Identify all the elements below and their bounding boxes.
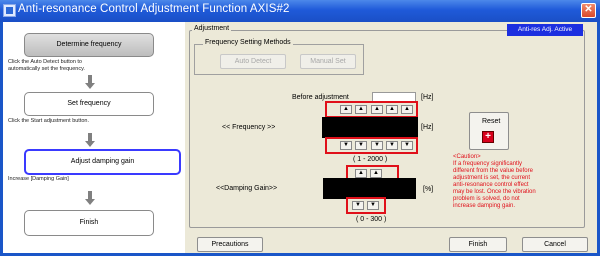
precautions-button[interactable]: Precautions — [197, 237, 263, 252]
cancel-button[interactable]: Cancel — [522, 237, 588, 252]
app-icon — [3, 4, 16, 17]
step-finish: Finish — [24, 210, 154, 236]
frequency-methods-label: Frequency Setting Methods — [203, 39, 293, 46]
arrow-down-icon — [85, 75, 95, 89]
reset-label: Reset — [482, 118, 501, 125]
title-bar[interactable]: Anti-resonance Control Adjustment Functi… — [0, 0, 600, 22]
frequency-up-button[interactable]: ▲ — [340, 105, 352, 114]
step-label: Determine frequency — [56, 41, 122, 48]
step-set-frequency: Set frequency — [24, 92, 154, 116]
caution-line: problem is solved, do not — [453, 196, 520, 202]
frequency-down-button[interactable]: ▼ — [401, 141, 413, 150]
frequency-up-button[interactable]: ▲ — [355, 105, 367, 114]
arrow-down-icon — [85, 191, 95, 205]
step-label: Set frequency — [67, 100, 111, 107]
caution-line: may be lost. Once the vibration — [453, 189, 536, 195]
hz-unit-label: [Hz] — [421, 94, 434, 101]
arrow-down-icon — [85, 133, 95, 147]
damping-up-button[interactable]: ▲ — [370, 169, 382, 178]
frequency-down-button[interactable]: ▼ — [371, 141, 383, 150]
damping-up-button[interactable]: ▲ — [355, 169, 367, 178]
frequency-down-button[interactable]: ▼ — [386, 141, 398, 150]
caution-text: <Caution> If a frequency significantly d… — [453, 154, 536, 210]
before-adjustment-label: Before adjustment — [292, 94, 349, 101]
frequency-range-label: ( 1 - 2000 ) — [353, 156, 388, 163]
damping-range-label: ( 0 - 300 ) — [356, 216, 387, 223]
caution-line: <Caution> — [453, 154, 481, 160]
damping-gain-label: <<Damping Gain>> — [216, 185, 278, 192]
step-description: Click the Start adjustment button. — [8, 118, 90, 124]
frequency-label: << Frequency >> — [222, 124, 276, 131]
adjustment-group-label: Adjustment — [192, 25, 232, 32]
auto-detect-button[interactable]: Auto Detect — [220, 54, 286, 69]
caution-line: adjustment is set, the current — [453, 175, 531, 181]
frequency-down-button[interactable]: ▼ — [355, 141, 367, 150]
reset-icon: + — [482, 131, 494, 143]
damping-down-button[interactable]: ▼ — [352, 201, 364, 210]
step-adjust-damping-gain: Adjust damping gain — [24, 149, 181, 175]
step-determine-frequency: Determine frequency — [24, 33, 154, 57]
caution-line: anti-resonance control effect — [453, 182, 529, 188]
status-badge: Anti-res Adj. Active — [507, 24, 583, 36]
frequency-up-button[interactable]: ▲ — [371, 105, 383, 114]
step-label: Adjust damping gain — [70, 158, 135, 165]
window-title: Anti-resonance Control Adjustment Functi… — [18, 3, 290, 15]
damping-gain-display[interactable] — [323, 178, 416, 199]
step-description: Click the Auto Detect button to — [8, 59, 82, 65]
caution-line: increase damping gain. — [453, 203, 516, 209]
damping-down-button[interactable]: ▼ — [367, 201, 379, 210]
step-description: automatically set the frequency. — [8, 66, 85, 72]
frequency-up-button[interactable]: ▲ — [401, 105, 413, 114]
step-description: Increase [Damping Gain] — [8, 176, 69, 182]
caution-line: If a frequency significantly — [453, 161, 523, 167]
frequency-up-button[interactable]: ▲ — [386, 105, 398, 114]
caution-line: different from the value before — [453, 168, 533, 174]
close-button[interactable]: ✕ — [581, 3, 596, 18]
percent-unit-label: [%] — [423, 186, 434, 193]
frequency-display[interactable] — [322, 117, 418, 138]
manual-set-button[interactable]: Manual Set — [300, 54, 356, 69]
hz-unit-label: [Hz] — [421, 124, 434, 131]
finish-button[interactable]: Finish — [449, 237, 507, 252]
frequency-down-button[interactable]: ▼ — [340, 141, 352, 150]
step-label: Finish — [79, 219, 99, 226]
